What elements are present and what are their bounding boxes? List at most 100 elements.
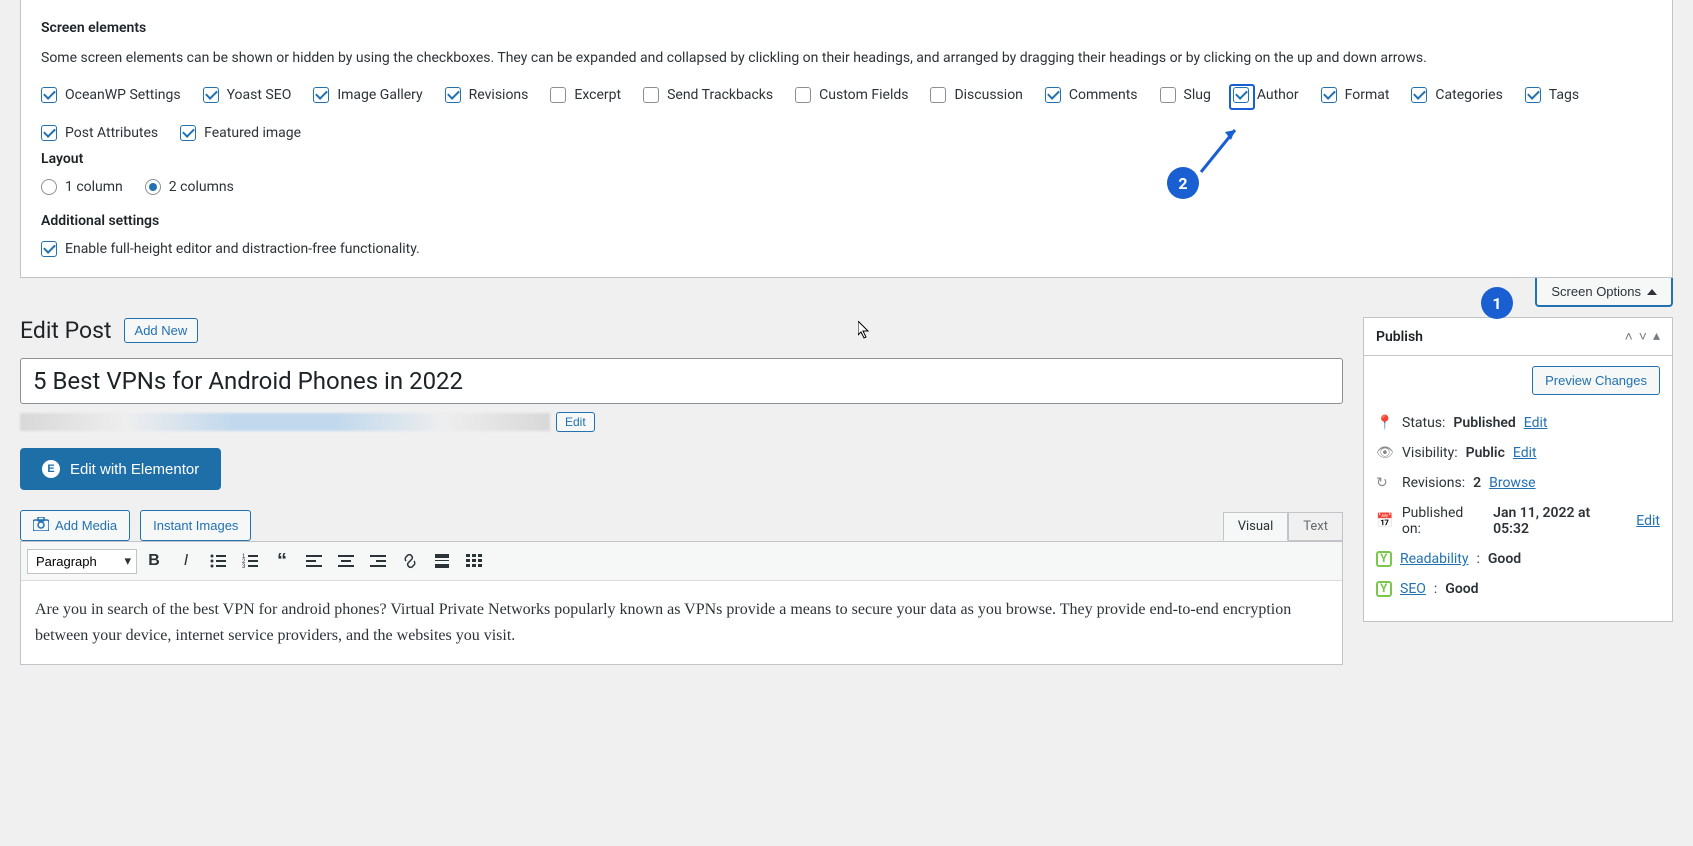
layout-1-column[interactable]: 1 column (41, 179, 123, 195)
annotation-arrow-icon (1195, 122, 1245, 178)
readability-link[interactable]: Readability (1400, 551, 1468, 567)
link-button[interactable] (395, 546, 425, 576)
preview-changes-button[interactable]: Preview Changes (1532, 366, 1660, 395)
checkbox-tags[interactable] (1525, 87, 1541, 103)
tab-text[interactable]: Text (1288, 512, 1343, 541)
browse-revisions-link[interactable]: Browse (1489, 475, 1535, 491)
screen-element-custom-fields[interactable]: Custom Fields (795, 87, 908, 103)
numbered-list-button[interactable]: 123 (235, 546, 265, 576)
screen-options-panel: Screen elements Some screen elements can… (20, 0, 1673, 278)
pin-icon: 📍 (1376, 415, 1394, 431)
edit-visibility-link[interactable]: Edit (1513, 445, 1537, 461)
radio-label: 2 columns (169, 179, 234, 195)
tab-visual[interactable]: Visual (1223, 512, 1289, 541)
layout-2-columns[interactable]: 2 columns (145, 179, 234, 195)
checkbox-label: Slug (1184, 87, 1211, 103)
checkbox-slug[interactable] (1160, 87, 1176, 103)
screen-element-excerpt[interactable]: Excerpt (550, 87, 621, 103)
seo-link[interactable]: SEO (1400, 581, 1426, 597)
editor-content[interactable]: Are you in search of the best VPN for an… (21, 581, 1342, 664)
screen-element-send-trackbacks[interactable]: Send Trackbacks (643, 87, 773, 103)
italic-button[interactable]: I (171, 546, 201, 576)
edit-permalink-button[interactable]: Edit (556, 412, 595, 432)
instant-images-button[interactable]: Instant Images (140, 510, 251, 541)
edit-status-link[interactable]: Edit (1524, 415, 1548, 431)
align-center-button[interactable] (331, 546, 361, 576)
checkbox-excerpt[interactable] (550, 87, 566, 103)
checkbox-custom-fields[interactable] (795, 87, 811, 103)
edit-post-header: Edit Post Add New (20, 317, 1343, 344)
editor-tabs: Visual Text (1223, 512, 1343, 541)
radio-1-column[interactable] (41, 179, 57, 195)
blockquote-button[interactable]: “ (267, 546, 297, 576)
checkbox-send-trackbacks[interactable] (643, 87, 659, 103)
radio-label: 1 column (65, 179, 123, 195)
additional-setting-item[interactable]: Enable full-height editor and distractio… (41, 241, 1652, 257)
page-title: Edit Post (20, 317, 112, 344)
screen-element-revisions[interactable]: Revisions (445, 87, 529, 103)
edit-date-link[interactable]: Edit (1636, 513, 1660, 529)
bullet-list-button[interactable] (203, 546, 233, 576)
screen-element-yoast-seo[interactable]: Yoast SEO (203, 87, 292, 103)
toggle-panel-icon[interactable]: ▴ (1653, 328, 1660, 345)
screen-element-tags[interactable]: Tags (1525, 87, 1579, 103)
read-more-button[interactable] (427, 546, 457, 576)
cursor-icon (858, 321, 872, 343)
layout-radio-group: 1 column 2 columns (41, 179, 1652, 195)
elementor-icon: E (42, 460, 60, 478)
checkbox-label: Discussion (954, 87, 1022, 103)
editor-toolbar: Paragraph B I 123 “ (21, 542, 1342, 581)
checkbox-author[interactable] (1233, 87, 1249, 103)
screen-element-format[interactable]: Format (1321, 87, 1390, 103)
checkbox-oceanwp-settings[interactable] (41, 87, 57, 103)
additional-settings-heading: Additional settings (41, 213, 1652, 229)
checkbox-label: OceanWP Settings (65, 87, 181, 103)
checkbox-format[interactable] (1321, 87, 1337, 103)
screen-element-comments[interactable]: Comments (1045, 87, 1138, 103)
checkbox-label: Revisions (469, 87, 529, 103)
screen-element-image-gallery[interactable]: Image Gallery (313, 87, 422, 103)
screen-elements-description: Some screen elements can be shown or hid… (41, 48, 1652, 69)
screen-element-discussion[interactable]: Discussion (930, 87, 1022, 103)
screen-element-slug[interactable]: Slug (1160, 87, 1211, 103)
radio-2-columns[interactable] (145, 179, 161, 195)
checkbox-label: Send Trackbacks (667, 87, 773, 103)
align-right-button[interactable] (363, 546, 393, 576)
checkbox-discussion[interactable] (930, 87, 946, 103)
full-height-editor-checkbox[interactable] (41, 241, 57, 257)
permalink-row: Edit (20, 412, 1343, 432)
move-up-icon[interactable]: ˄ (1625, 328, 1633, 345)
add-new-button[interactable]: Add New (124, 318, 199, 343)
checkbox-label: Tags (1549, 87, 1579, 103)
editor-toolbar-wrap: Paragraph B I 123 “ Are you in search of… (20, 541, 1343, 665)
screen-element-oceanwp-settings[interactable]: OceanWP Settings (41, 87, 181, 103)
move-down-icon[interactable]: ˅ (1639, 328, 1647, 345)
bold-button[interactable]: B (139, 546, 169, 576)
svg-text:3: 3 (242, 564, 246, 570)
checkbox-comments[interactable] (1045, 87, 1061, 103)
checkbox-post-attributes[interactable] (41, 125, 57, 141)
checkbox-revisions[interactable] (445, 87, 461, 103)
paragraph-format-select[interactable]: Paragraph (27, 549, 137, 574)
checkbox-label: Format (1345, 87, 1390, 103)
arrow-up-icon (1647, 289, 1657, 295)
checkbox-featured-image[interactable] (180, 125, 196, 141)
checkbox-image-gallery[interactable] (313, 87, 329, 103)
add-media-button[interactable]: Add Media (20, 510, 130, 541)
yoast-icon (1376, 581, 1392, 597)
checkbox-label: Custom Fields (819, 87, 908, 103)
screen-element-post-attributes[interactable]: Post Attributes (41, 125, 158, 141)
post-title-input[interactable] (20, 358, 1343, 404)
screen-element-author[interactable]: Author (1233, 87, 1299, 103)
annotation-one: 1 (1481, 287, 1513, 319)
toolbar-toggle-button[interactable] (459, 546, 489, 576)
screen-element-featured-image[interactable]: Featured image (180, 125, 301, 141)
eye-icon: 👁 (1376, 445, 1394, 461)
screen-options-toggle[interactable]: Screen Options (1535, 278, 1673, 307)
edit-with-elementor-button[interactable]: E Edit with Elementor (20, 448, 221, 490)
checkbox-yoast-seo[interactable] (203, 87, 219, 103)
checkbox-label: Excerpt (574, 87, 621, 103)
screen-element-categories[interactable]: Categories (1411, 87, 1502, 103)
checkbox-categories[interactable] (1411, 87, 1427, 103)
align-left-button[interactable] (299, 546, 329, 576)
